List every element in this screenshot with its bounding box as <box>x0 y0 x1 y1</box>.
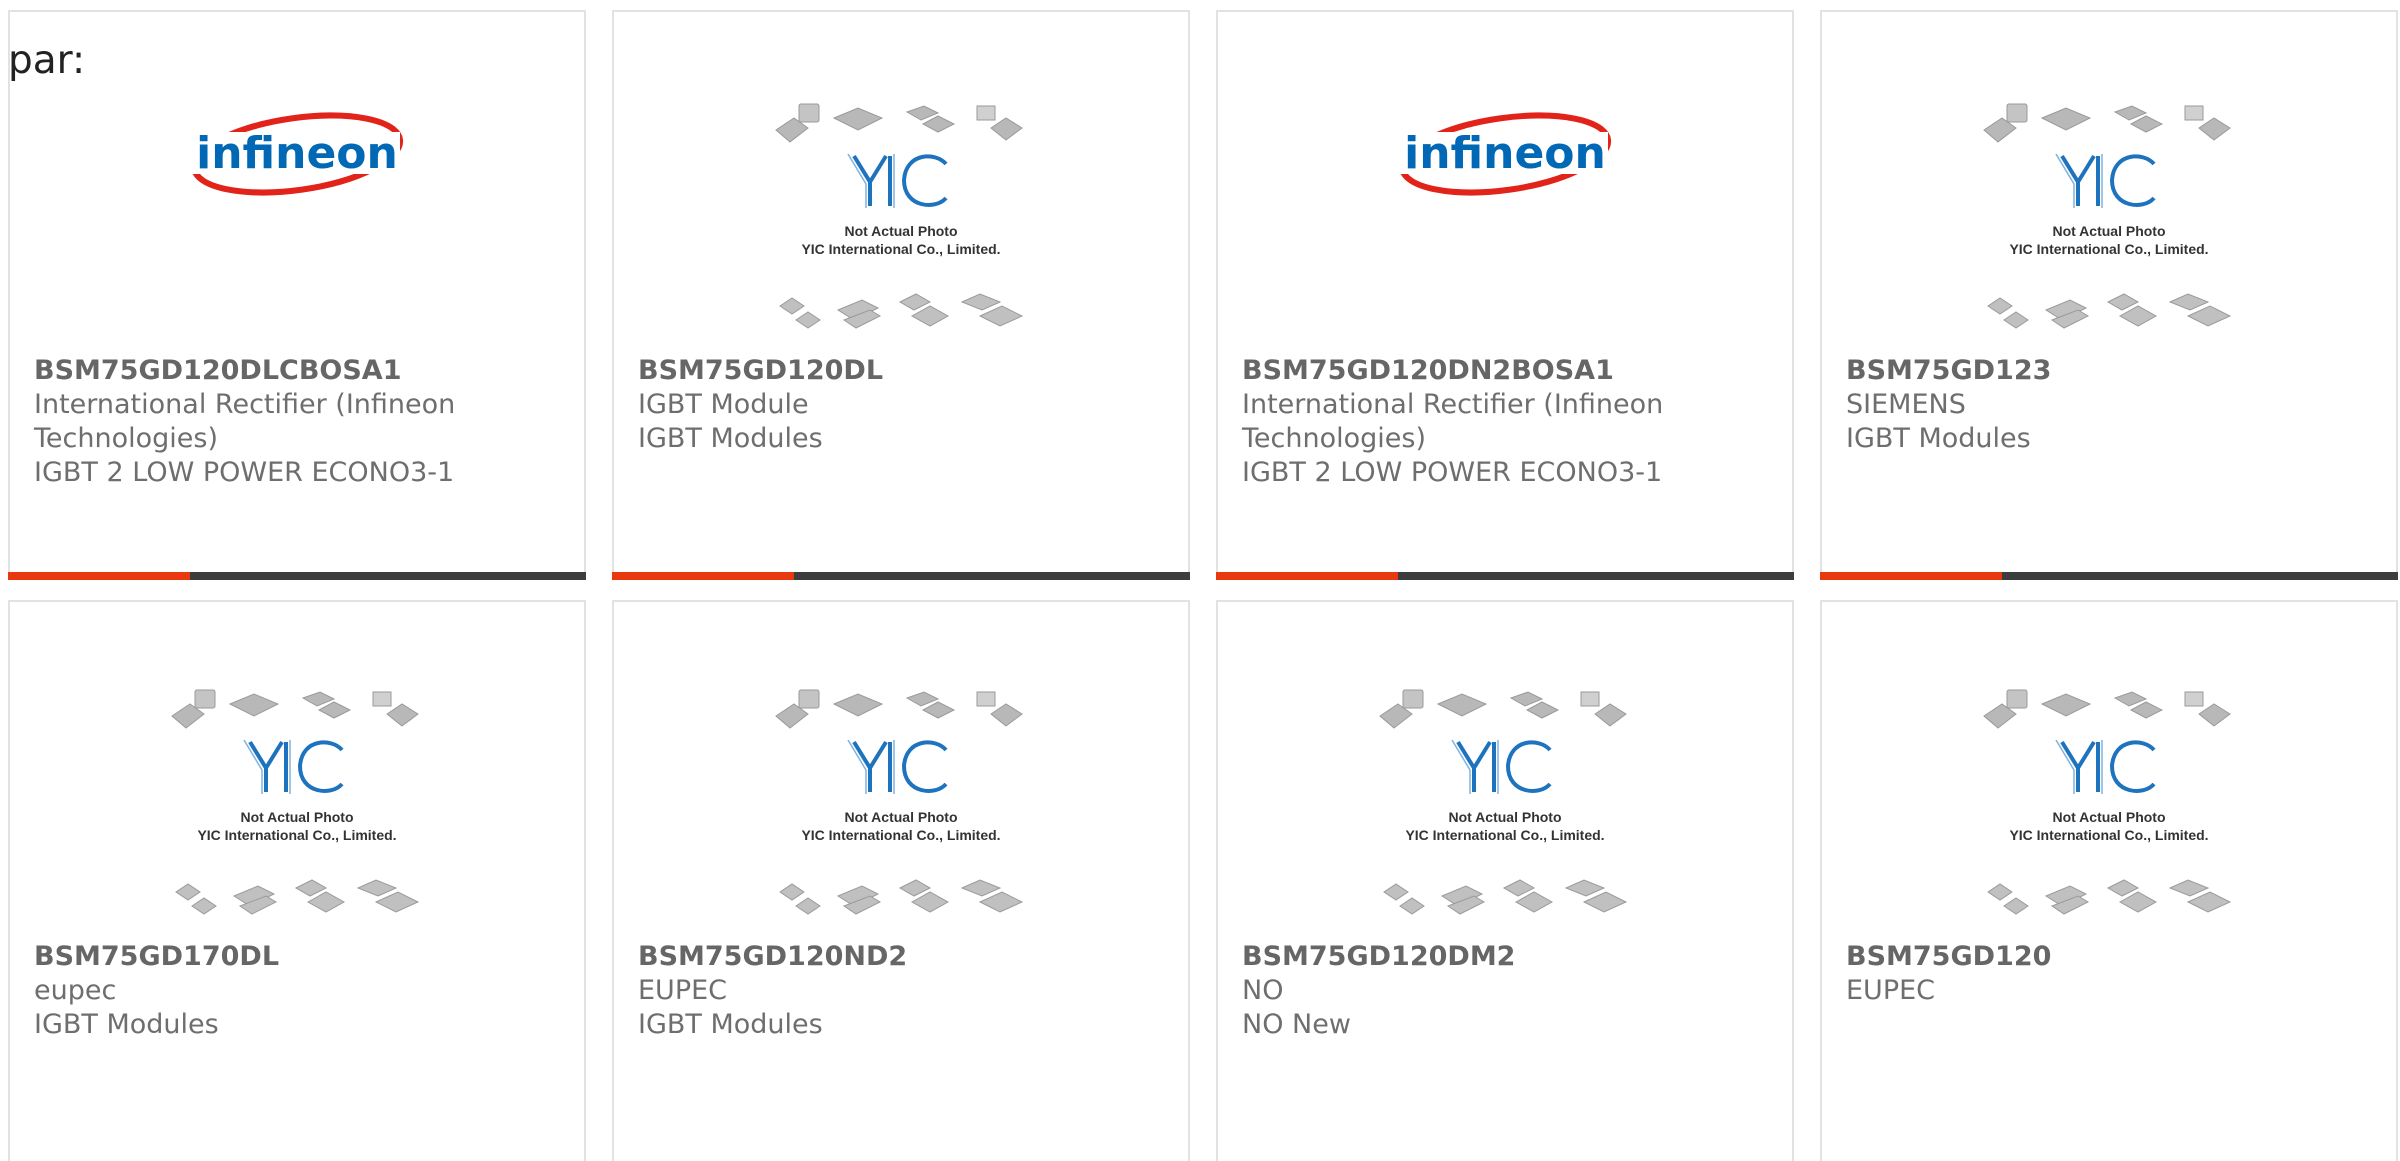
card-accent-bar <box>612 572 794 580</box>
placeholder-image: Not Actual Photo YIC International Co., … <box>775 689 1024 915</box>
placeholder-caption-1: Not Actual Photo <box>240 809 353 825</box>
placeholder-caption-2: YIC International Co., Limited. <box>1405 827 1604 843</box>
card-accent-bar <box>1216 572 1398 580</box>
product-detail-line: International Rectifier (Infineon <box>34 389 456 420</box>
product-detail-line: IGBT Module <box>638 389 809 420</box>
product-detail-line: Technologies) <box>1242 423 1426 454</box>
placeholder-caption-1: Not Actual Photo <box>1448 809 1561 825</box>
placeholder-image: Not Actual Photo YIC International Co., … <box>775 103 1024 329</box>
part-number-link[interactable]: BSM75GD123 <box>1846 354 2376 388</box>
placeholder-caption-1: Not Actual Photo <box>844 809 957 825</box>
placeholder-caption-1: Not Actual Photo <box>2052 809 2165 825</box>
product-detail-line: SIEMENS <box>1846 389 1966 420</box>
product-detail-line: IGBT 2 LOW POWER ECONO3-1 <box>34 457 455 488</box>
product-card[interactable]: Not Actual Photo YIC International Co., … <box>612 10 1190 580</box>
product-detail-line: eupec <box>34 975 117 1006</box>
product-image[interactable]: infineon <box>1370 98 1640 338</box>
product-image[interactable]: Not Actual Photo YIC International Co., … <box>766 98 1036 338</box>
product-image[interactable]: Not Actual Photo YIC International Co., … <box>766 684 1036 924</box>
filter-prefix-label: par: <box>8 38 86 83</box>
product-detail-line: IGBT Modules <box>638 423 823 454</box>
product-card[interactable]: Not Actual Photo YIC International Co., … <box>1820 600 2398 1161</box>
product-card[interactable]: Not Actual Photo YIC International Co., … <box>612 600 1190 1161</box>
card-bottom-bar <box>612 572 1190 580</box>
part-number-link[interactable]: BSM75GD120ND2 <box>638 940 1168 974</box>
placeholder-caption-2: YIC International Co., Limited. <box>197 827 396 843</box>
placeholder-caption-2: YIC International Co., Limited. <box>801 241 1000 257</box>
card-bottom-bar <box>1216 572 1794 580</box>
part-number-link[interactable]: BSM75GD120 <box>1846 940 2376 974</box>
product-image[interactable]: Not Actual Photo YIC International Co., … <box>1974 684 2244 924</box>
product-image[interactable]: infineon <box>162 98 432 338</box>
infineon-logo-text: infineon <box>1404 128 1606 179</box>
placeholder-caption-2: YIC International Co., Limited. <box>2009 827 2208 843</box>
product-info: BSM75GD120DM2 NO NO New <box>1242 940 1772 1042</box>
product-image[interactable]: Not Actual Photo YIC International Co., … <box>1974 98 2244 338</box>
placeholder-caption-1: Not Actual Photo <box>844 223 957 239</box>
product-info: BSM75GD120DN2BOSA1 International Rectifie… <box>1242 354 1772 490</box>
placeholder-image: Not Actual Photo YIC International Co., … <box>171 689 420 915</box>
product-image[interactable]: Not Actual Photo YIC International Co., … <box>1370 684 1640 924</box>
product-image[interactable]: Not Actual Photo YIC International Co., … <box>162 684 432 924</box>
product-card[interactable]: Not Actual Photo YIC International Co., … <box>1820 10 2398 580</box>
card-accent-bar <box>1820 572 2002 580</box>
product-detail-line: International Rectifier (Infineon <box>1242 389 1664 420</box>
product-detail-line: IGBT 2 LOW POWER ECONO3-1 <box>1242 457 1663 488</box>
product-detail-line: NO New <box>1242 1009 1351 1040</box>
product-info: BSM75GD120DL IGBT Module IGBT Modules <box>638 354 1168 456</box>
product-detail-line: EUPEC <box>1846 975 1936 1006</box>
product-info: BSM75GD123 SIEMENS IGBT Modules <box>1846 354 2376 456</box>
placeholder-image: Not Actual Photo YIC International Co., … <box>1983 103 2232 329</box>
card-accent-bar <box>8 572 190 580</box>
placeholder-image: Not Actual Photo YIC International Co., … <box>1983 689 2232 915</box>
product-detail-line: IGBT Modules <box>1846 423 2031 454</box>
infineon-logo-image: infineon <box>1398 112 1612 196</box>
placeholder-image: Not Actual Photo YIC International Co., … <box>1379 689 1628 915</box>
product-grid: infineon BSM75GD120DLCBOSA1 International… <box>0 0 2400 1161</box>
product-card[interactable]: infineon BSM75GD120DN2BOSA1 International… <box>1216 10 1794 580</box>
part-number-link[interactable]: BSM75GD120DLCBOSA1 <box>34 354 564 388</box>
part-number-link[interactable]: BSM75GD120DM2 <box>1242 940 1772 974</box>
placeholder-caption-2: YIC International Co., Limited. <box>801 827 1000 843</box>
product-detail-line: IGBT Modules <box>34 1009 219 1040</box>
product-detail-line: EUPEC <box>638 975 728 1006</box>
product-info: BSM75GD120 EUPEC <box>1846 940 2376 1008</box>
part-number-link[interactable]: BSM75GD120DL <box>638 354 1168 388</box>
part-number-link[interactable]: BSM75GD170DL <box>34 940 564 974</box>
card-bottom-bar <box>1820 572 2398 580</box>
card-bottom-bar <box>8 572 586 580</box>
product-info: BSM75GD120ND2 EUPEC IGBT Modules <box>638 940 1168 1042</box>
product-detail-line: NO <box>1242 975 1284 1006</box>
product-detail-line: IGBT Modules <box>638 1009 823 1040</box>
placeholder-caption-1: Not Actual Photo <box>2052 223 2165 239</box>
product-card[interactable]: infineon BSM75GD120DLCBOSA1 International… <box>8 10 586 580</box>
product-info: BSM75GD120DLCBOSA1 International Rectifie… <box>34 354 564 490</box>
product-detail-line: Technologies) <box>34 423 218 454</box>
infineon-logo-text: infineon <box>196 128 398 179</box>
product-card[interactable]: Not Actual Photo YIC International Co., … <box>8 600 586 1161</box>
part-number-link[interactable]: BSM75GD120DN2BOSA1 <box>1242 354 1772 388</box>
product-info: BSM75GD170DL eupec IGBT Modules <box>34 940 564 1042</box>
product-card[interactable]: Not Actual Photo YIC International Co., … <box>1216 600 1794 1161</box>
infineon-logo-image: infineon <box>190 112 404 196</box>
placeholder-caption-2: YIC International Co., Limited. <box>2009 241 2208 257</box>
